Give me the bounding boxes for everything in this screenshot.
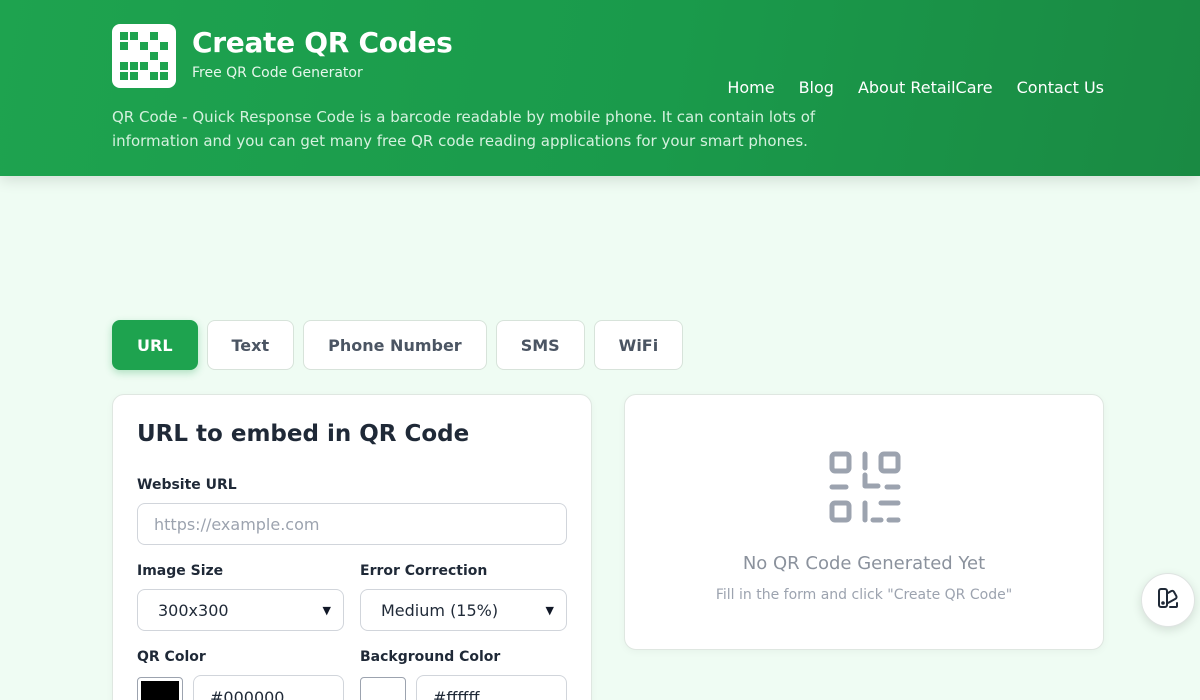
theme-palette-icon: [1156, 586, 1180, 614]
image-size-value: 300x300: [158, 600, 229, 620]
nav-link-blog[interactable]: Blog: [799, 78, 834, 97]
nav-link-home[interactable]: Home: [727, 78, 774, 97]
tab-wifi[interactable]: WiFi: [593, 320, 684, 370]
qr-color-picker[interactable]: [137, 677, 183, 700]
qr-color-hex-input[interactable]: #000000: [193, 675, 344, 700]
tab-text[interactable]: Text: [206, 320, 295, 370]
error-correction-select[interactable]: Medium (15%) ▼: [360, 589, 567, 631]
form-title: URL to embed in QR Code: [137, 421, 470, 447]
theme-toggle-button[interactable]: [1141, 573, 1195, 627]
tab-sms[interactable]: SMS: [495, 320, 585, 370]
qr-logo-icon[interactable]: [112, 24, 176, 88]
website-url-label: Website URL: [137, 477, 237, 493]
url-form-card: URL to embed in QR Code Website URL Imag…: [112, 394, 592, 700]
qr-placeholder-icon: [829, 451, 901, 527]
background-color-picker[interactable]: [360, 677, 406, 700]
image-size-select[interactable]: 300x300 ▼: [137, 589, 344, 631]
chevron-down-icon: ▼: [322, 603, 331, 617]
qr-color-swatch: [141, 681, 179, 700]
nav-link-contact[interactable]: Contact Us: [1017, 78, 1104, 97]
qr-type-tabs: URL Text Phone Number SMS WiFi: [112, 320, 684, 370]
site-subtitle: Free QR Code Generator: [192, 65, 363, 81]
preview-empty-title: No QR Code Generated Yet: [742, 553, 986, 574]
qr-color-label: QR Color: [137, 649, 206, 665]
chevron-down-icon: ▼: [545, 603, 554, 617]
preview-empty-subtitle: Fill in the form and click "Create QR Co…: [715, 587, 1013, 603]
background-color-swatch: [364, 681, 402, 700]
intro-text: QR Code - Quick Response Code is a barco…: [112, 108, 816, 150]
site-header: Create QR Codes Free QR Code Generator H…: [0, 0, 1200, 176]
error-correction-value: Medium (15%): [381, 600, 499, 620]
tab-phone-number[interactable]: Phone Number: [303, 320, 487, 370]
website-url-input[interactable]: [137, 503, 567, 545]
nav-link-about[interactable]: About RetailCare: [858, 78, 993, 97]
main-nav: Home Blog About RetailCare Contact Us: [727, 78, 1104, 97]
site-title[interactable]: Create QR Codes: [192, 26, 453, 59]
tab-url[interactable]: URL: [112, 320, 198, 370]
background-color-label: Background Color: [360, 649, 501, 665]
background-color-hex-input[interactable]: #ffffff: [416, 675, 567, 700]
image-size-label: Image Size: [137, 563, 224, 579]
error-correction-label: Error Correction: [360, 563, 488, 579]
qr-preview-card: No QR Code Generated Yet Fill in the for…: [624, 394, 1104, 650]
